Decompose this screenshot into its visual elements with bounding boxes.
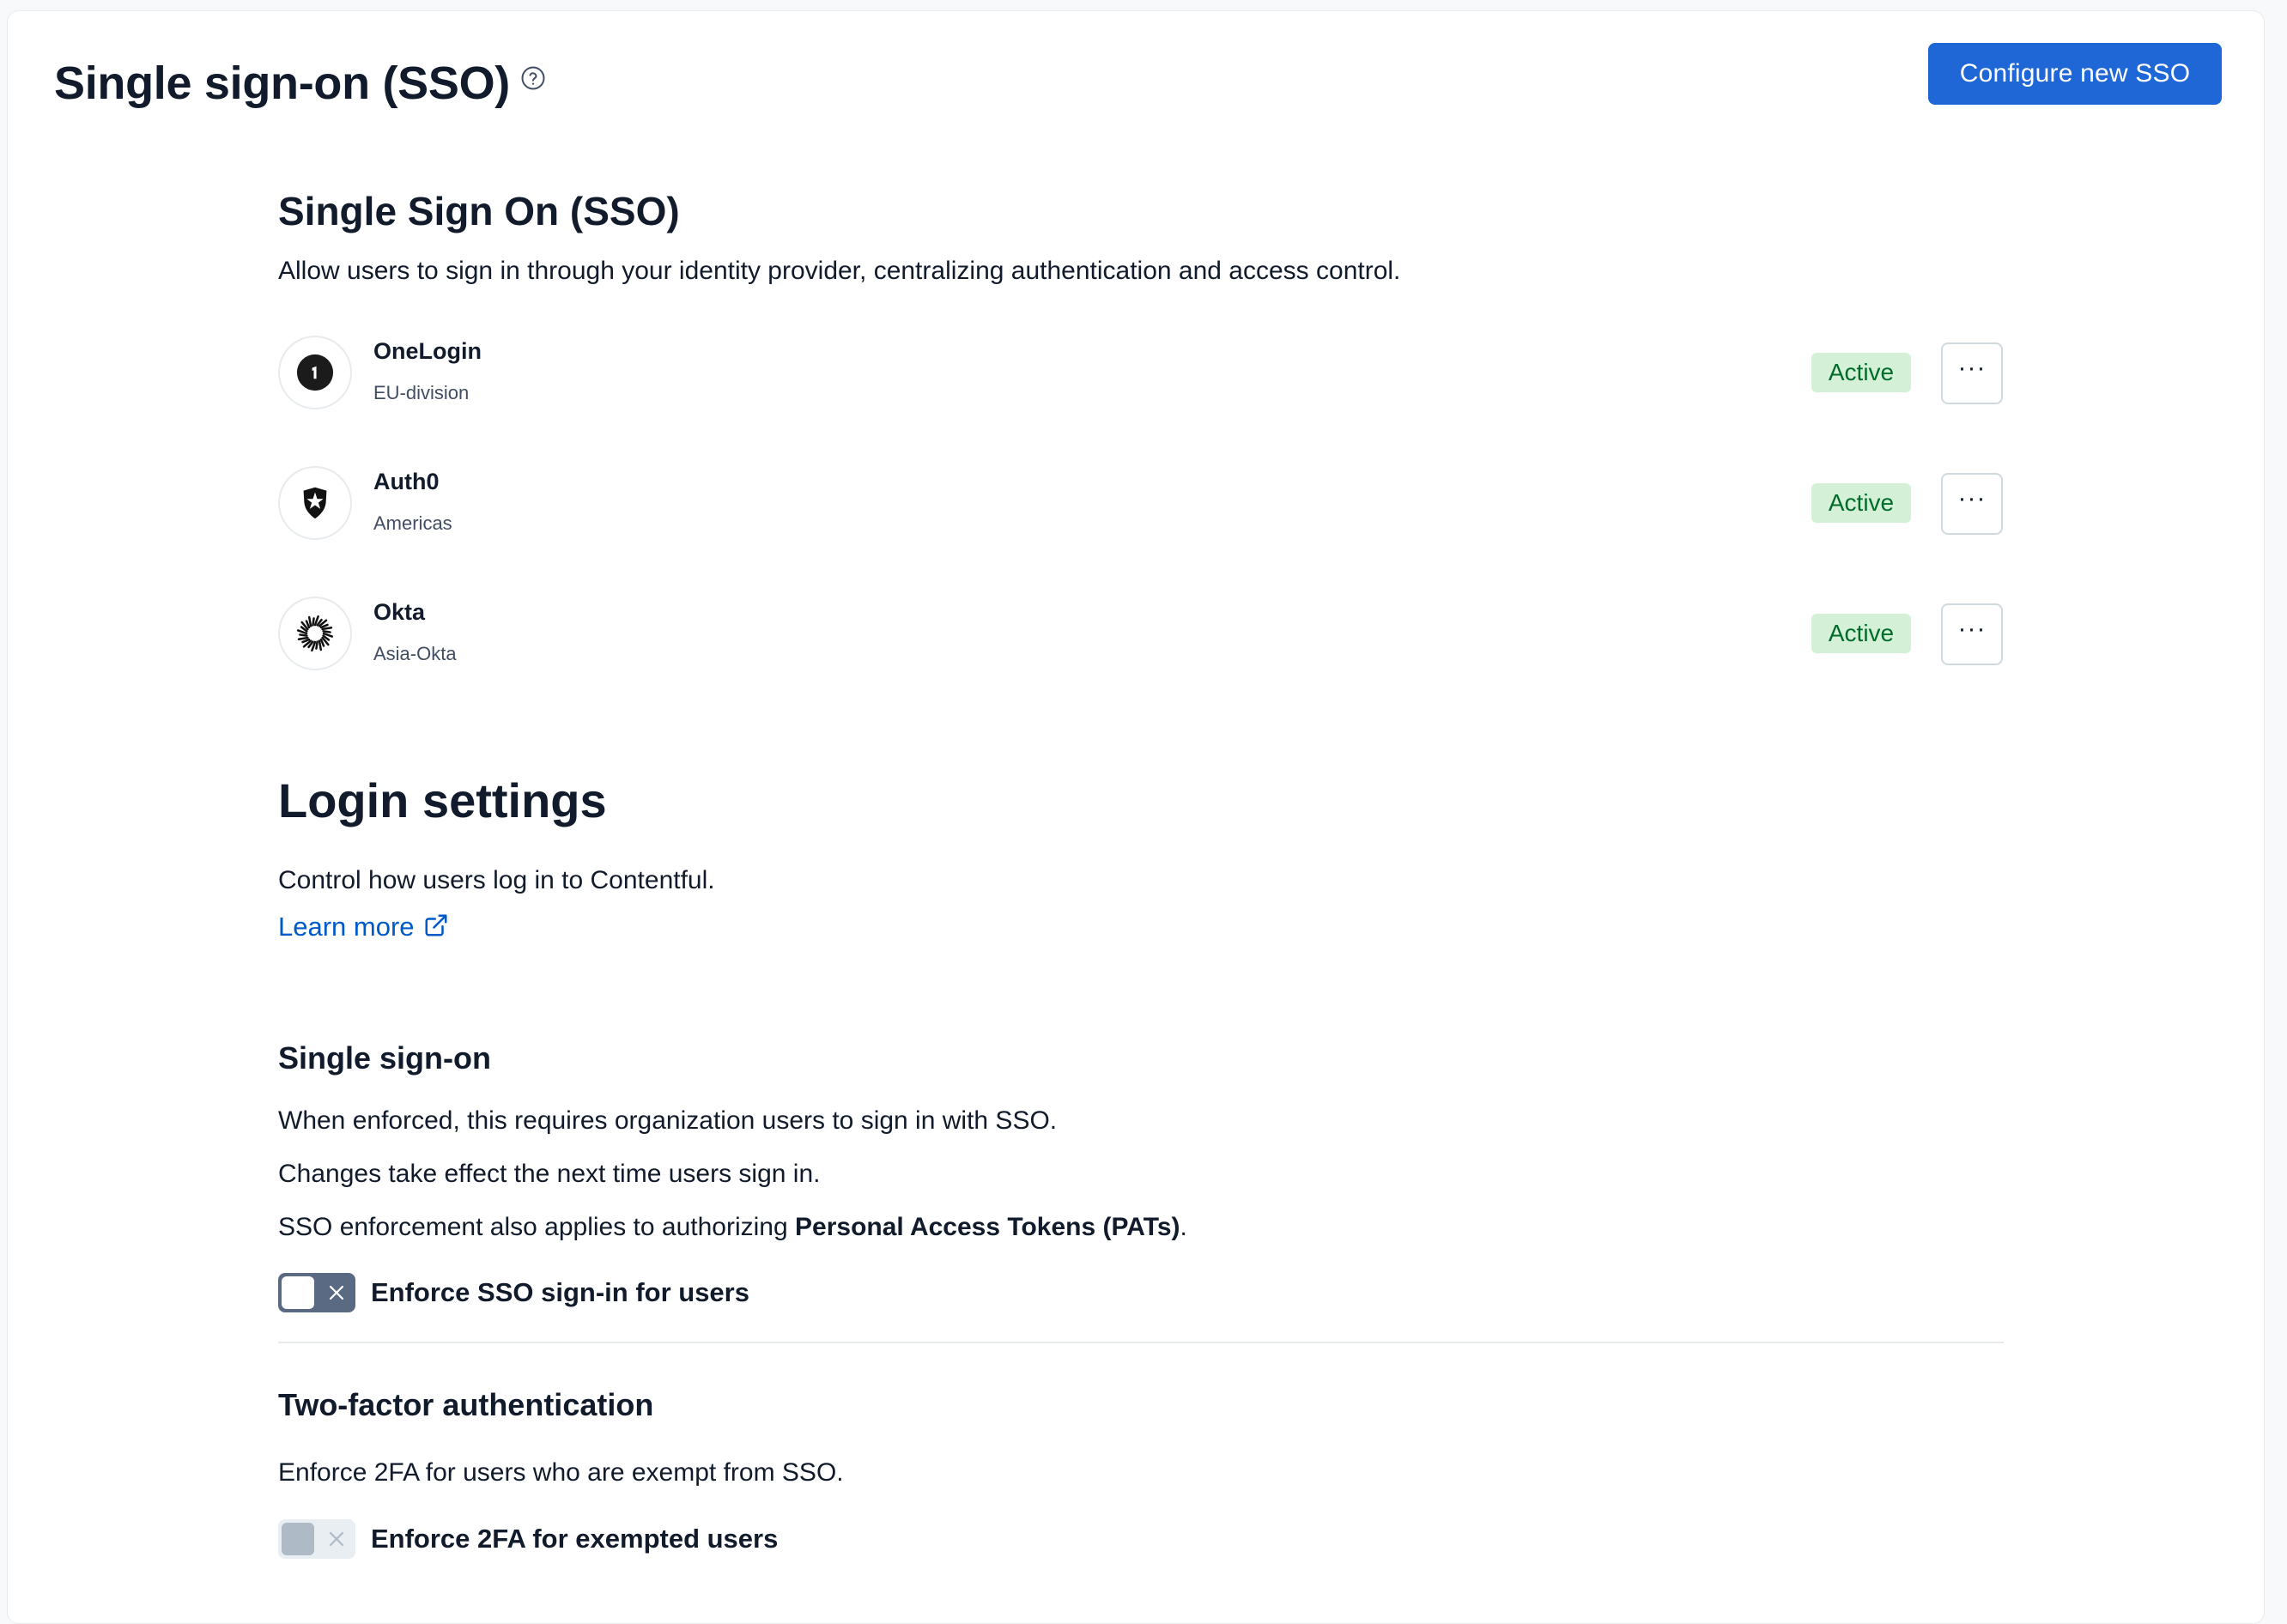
status-badge: Active <box>1811 483 1911 523</box>
provider-name: OneLogin <box>373 338 482 364</box>
provider-name: Auth0 <box>373 469 440 494</box>
sso-effect-description: Changes take effect the next time users … <box>278 1160 821 1188</box>
provider-row-auth0: Auth0 Americas Active ··· <box>278 466 2004 543</box>
provider-more-button[interactable]: ··· <box>1941 342 2003 404</box>
sso-enforce-description: When enforced, this requires organizatio… <box>278 1106 1058 1135</box>
provider-subtitle: Asia-Okta <box>373 643 457 664</box>
toggle-knob <box>282 1523 314 1555</box>
close-icon <box>329 1285 344 1300</box>
enforce-sso-label: Enforce SSO sign-in for users <box>371 1277 749 1307</box>
page-title: Single sign-on (SSO) <box>54 58 510 109</box>
section-divider <box>278 1342 2004 1343</box>
enforce-sso-toggle-row: Enforce SSO sign-in for users <box>278 1273 749 1312</box>
status-badge: Active <box>1811 353 1911 392</box>
login-settings-heading: Login settings <box>278 773 607 827</box>
single-sign-on-heading: Single sign-on <box>278 1040 491 1076</box>
question-circle-icon[interactable] <box>520 65 546 91</box>
sso-section-description: Allow users to sign in through your iden… <box>278 257 1401 285</box>
enforce-2fa-label: Enforce 2FA for exempted users <box>371 1524 779 1554</box>
status-badge: Active <box>1811 614 1911 653</box>
provider-row-onelogin: OneLogin EU-division Active ··· <box>278 336 2004 413</box>
learn-more-link[interactable]: Learn more <box>278 909 449 945</box>
enforce-2fa-toggle[interactable] <box>278 1519 355 1559</box>
login-settings-description: Control how users log in to Contentful. <box>278 866 715 894</box>
two-factor-heading: Two-factor authentication <box>278 1387 654 1422</box>
okta-logo-icon <box>278 597 352 670</box>
provider-subtitle: Americas <box>373 512 452 534</box>
provider-name: Okta <box>373 599 426 625</box>
more-horizontal-icon: ··· <box>1957 615 1987 643</box>
pat-term: Personal Access Tokens (PATs) <box>795 1213 1180 1241</box>
more-horizontal-icon: ··· <box>1957 484 1987 512</box>
provider-more-button[interactable]: ··· <box>1941 473 2003 535</box>
sso-pat-prefix: SSO enforcement also applies to authoriz… <box>278 1213 796 1241</box>
two-factor-description: Enforce 2FA for users who are exempt fro… <box>278 1458 844 1487</box>
learn-more-label: Learn more <box>278 912 415 942</box>
enforce-2fa-toggle-row: Enforce 2FA for exempted users <box>278 1519 778 1559</box>
auth0-logo-icon <box>278 466 352 540</box>
more-horizontal-icon: ··· <box>1957 354 1987 382</box>
external-link-icon <box>425 914 447 936</box>
toggle-knob <box>282 1276 314 1309</box>
page-header: Single sign-on (SSO) <box>54 51 546 116</box>
main-card: Single sign-on (SSO) Configure new SSO S… <box>7 10 2265 1624</box>
provider-subtitle: EU-division <box>373 382 470 403</box>
sso-section-heading: Single Sign On (SSO) <box>278 189 680 233</box>
enforce-sso-toggle[interactable] <box>278 1273 355 1312</box>
sso-pat-description: SSO enforcement also applies to authoriz… <box>278 1209 1187 1245</box>
provider-more-button[interactable]: ··· <box>1941 603 2003 665</box>
provider-row-okta: Okta Asia-Okta Active ··· <box>278 597 2004 674</box>
close-icon <box>329 1531 344 1547</box>
configure-new-sso-button[interactable]: Configure new SSO <box>1928 43 2222 105</box>
sso-pat-suffix: . <box>1180 1213 1187 1241</box>
onelogin-logo-icon <box>278 336 352 409</box>
